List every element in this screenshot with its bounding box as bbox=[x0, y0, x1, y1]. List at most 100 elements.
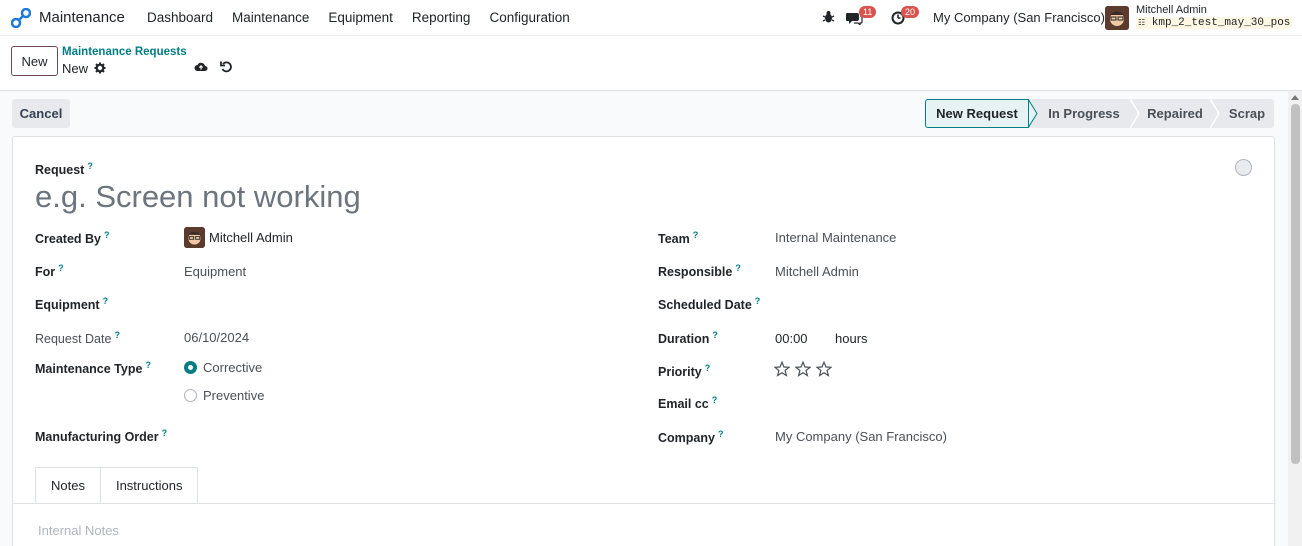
manufacturing-order-label-text: Manufacturing Order bbox=[35, 430, 159, 445]
stage-in-progress[interactable]: In Progress bbox=[1038, 99, 1130, 128]
notebook-tabs: Notes Instructions bbox=[35, 467, 199, 503]
help-tooltip[interactable]: ? bbox=[718, 429, 724, 439]
gear-icon[interactable] bbox=[94, 62, 106, 74]
request-title-input[interactable]: e.g. Screen not working bbox=[35, 179, 361, 215]
help-tooltip[interactable]: ? bbox=[103, 296, 109, 306]
user-avatar[interactable] bbox=[1105, 6, 1129, 30]
messages-count-badge: 11 bbox=[859, 6, 877, 18]
company-switcher[interactable]: My Company (San Francisco) bbox=[933, 10, 1105, 25]
equipment-label: Equipment? bbox=[35, 296, 108, 312]
menu-maintenance[interactable]: Maintenance bbox=[232, 10, 309, 25]
stage-new-request[interactable]: New Request bbox=[925, 99, 1029, 128]
request-date-label-text: Request Date bbox=[35, 332, 112, 347]
for-select[interactable]: Equipment bbox=[184, 264, 246, 279]
star-icon[interactable] bbox=[774, 361, 790, 377]
email-cc-label: Email cc? bbox=[658, 395, 717, 411]
duration-label-text: Duration bbox=[658, 332, 710, 347]
team-input[interactable]: Internal Maintenance bbox=[775, 230, 896, 245]
star-icon[interactable] bbox=[795, 361, 811, 377]
bug-icon[interactable] bbox=[822, 10, 835, 24]
kanban-state-indicator[interactable] bbox=[1235, 159, 1252, 176]
database-icon: ☷ bbox=[1138, 19, 1146, 28]
help-tooltip[interactable]: ? bbox=[58, 263, 64, 273]
help-tooltip[interactable]: ? bbox=[755, 296, 761, 306]
equipment-input[interactable] bbox=[184, 295, 604, 313]
responsible-label-text: Responsible bbox=[658, 265, 733, 280]
radio-corrective[interactable] bbox=[184, 361, 197, 374]
created-by-avatar-image bbox=[184, 227, 205, 248]
team-label: Team? bbox=[658, 230, 698, 246]
scheduled-date-input[interactable] bbox=[775, 295, 1245, 313]
request-date-field[interactable]: 06/10/2024 bbox=[184, 330, 249, 345]
email-cc-label-text: Email cc bbox=[658, 397, 709, 412]
help-tooltip[interactable]: ? bbox=[162, 428, 168, 438]
top-navbar: Maintenance Dashboard Maintenance Equipm… bbox=[0, 0, 1302, 36]
equipment-label-text: Equipment bbox=[35, 298, 100, 313]
save-cloud-icon[interactable] bbox=[194, 60, 208, 74]
help-tooltip[interactable]: ? bbox=[693, 230, 699, 240]
help-tooltip[interactable]: ? bbox=[145, 360, 151, 370]
control-panel: New Maintenance Requests New bbox=[0, 36, 1302, 91]
star-icon[interactable] bbox=[816, 361, 832, 377]
activities-count-badge: 20 bbox=[901, 6, 920, 18]
radio-corrective-label[interactable]: Corrective bbox=[203, 360, 262, 375]
created-by-field[interactable]: Mitchell Admin bbox=[209, 230, 293, 245]
app-logo-icon[interactable] bbox=[11, 8, 31, 28]
help-tooltip[interactable]: ? bbox=[712, 395, 718, 405]
stage-repaired[interactable]: Repaired bbox=[1140, 99, 1210, 128]
user-name[interactable]: Mitchell Admin bbox=[1136, 4, 1207, 16]
email-cc-input[interactable] bbox=[775, 394, 1245, 412]
company-label: Company? bbox=[658, 429, 723, 445]
created-by-label: Created By? bbox=[35, 230, 110, 246]
stage-arrow bbox=[1130, 99, 1140, 128]
menu-equipment[interactable]: Equipment bbox=[328, 10, 393, 25]
company-input[interactable]: My Company (San Francisco) bbox=[775, 429, 947, 444]
cancel-button[interactable]: Cancel bbox=[12, 99, 70, 128]
scroll-up-arrow-icon[interactable] bbox=[1291, 95, 1299, 100]
stage-scrap[interactable]: Scrap bbox=[1220, 99, 1274, 128]
menu-dashboard[interactable]: Dashboard bbox=[147, 10, 213, 25]
new-button[interactable]: New bbox=[11, 46, 58, 76]
responsible-label: Responsible? bbox=[658, 263, 741, 279]
for-label: For? bbox=[35, 263, 64, 279]
for-label-text: For bbox=[35, 265, 56, 280]
database-name-text: kmp_2_test_may_30_pos bbox=[1151, 17, 1291, 29]
manufacturing-order-input[interactable] bbox=[184, 427, 604, 445]
duration-input[interactable]: 00:00 bbox=[775, 331, 808, 346]
stage-new-request-label: New Request bbox=[936, 106, 1018, 121]
tab-notes[interactable]: Notes bbox=[35, 467, 101, 503]
app-name[interactable]: Maintenance bbox=[39, 9, 125, 26]
help-tooltip[interactable]: ? bbox=[104, 230, 110, 240]
form-sheet: Request? e.g. Screen not working Created… bbox=[12, 136, 1276, 546]
duration-unit: hours bbox=[835, 331, 868, 346]
menu-reporting[interactable]: Reporting bbox=[412, 10, 471, 25]
scheduled-date-label: Scheduled Date? bbox=[658, 296, 760, 312]
radio-preventive[interactable] bbox=[184, 389, 197, 402]
tab-divider bbox=[13, 503, 1276, 504]
help-tooltip[interactable]: ? bbox=[705, 363, 711, 373]
user-avatar-image bbox=[1105, 6, 1129, 30]
stage-arrow bbox=[1028, 99, 1038, 128]
scrollbar-thumb[interactable] bbox=[1291, 104, 1300, 464]
tab-instructions[interactable]: Instructions bbox=[100, 467, 199, 503]
help-tooltip[interactable]: ? bbox=[712, 330, 718, 340]
created-by-label-text: Created By bbox=[35, 232, 101, 247]
help-tooltip[interactable]: ? bbox=[114, 330, 120, 340]
help-tooltip[interactable]: ? bbox=[735, 263, 741, 273]
stage-repaired-label: Repaired bbox=[1147, 106, 1203, 121]
request-label: Request? bbox=[35, 161, 93, 177]
company-label-text: Company bbox=[658, 431, 715, 446]
menu-configuration[interactable]: Configuration bbox=[489, 10, 569, 25]
responsible-input[interactable]: Mitchell Admin bbox=[775, 264, 859, 279]
stage-in-progress-label: In Progress bbox=[1048, 106, 1120, 121]
radio-preventive-label[interactable]: Preventive bbox=[203, 388, 264, 403]
breadcrumb-current: New bbox=[62, 61, 89, 76]
stage-statusbar: New Request In Progress Repaired Scrap bbox=[925, 99, 1274, 128]
maintenance-type-label: Maintenance Type? bbox=[35, 360, 151, 376]
internal-notes-editor[interactable]: Internal Notes bbox=[38, 523, 119, 538]
breadcrumb-maintenance-requests[interactable]: Maintenance Requests bbox=[62, 46, 187, 58]
maintenance-type-label-text: Maintenance Type bbox=[35, 362, 143, 377]
created-by-avatar bbox=[184, 227, 205, 248]
discard-undo-icon[interactable] bbox=[220, 60, 233, 73]
help-tooltip[interactable]: ? bbox=[87, 161, 93, 171]
